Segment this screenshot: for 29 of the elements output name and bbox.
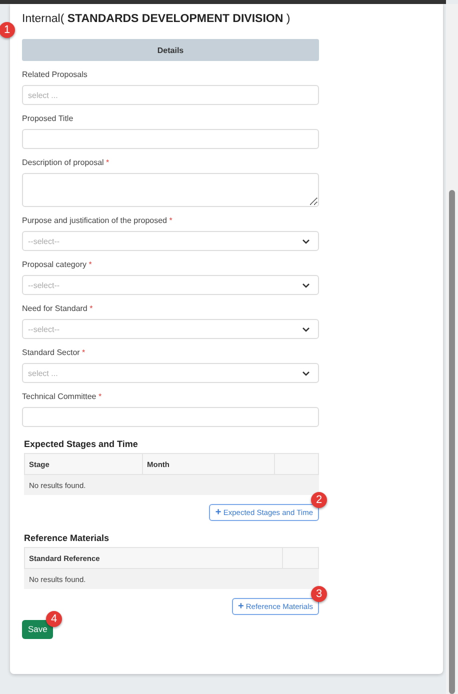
section-header: Details	[22, 39, 319, 61]
text-field[interactable]	[22, 129, 319, 149]
field-label: Purpose and justification of the proposed *	[22, 216, 174, 225]
chevron-down-icon	[302, 370, 310, 376]
field-label: Need for Standard *	[22, 304, 94, 313]
chevron-down-icon	[302, 238, 310, 244]
field-label: Description of proposal *	[22, 158, 110, 167]
step-marker: 1	[0, 22, 15, 38]
page-title: Internal( STANDARDS DEVELOPMENT DIVISION )	[22, 13, 292, 25]
select-field[interactable]: --select--	[22, 319, 319, 339]
field-label: Related Proposals	[22, 70, 88, 79]
text-area[interactable]	[22, 173, 319, 207]
step-marker: 2	[311, 492, 327, 508]
section-title: Reference Materials	[24, 533, 110, 543]
chevron-down-icon	[302, 326, 310, 332]
section-title: Expected Stages and Time	[24, 439, 139, 449]
text-field[interactable]	[22, 407, 319, 427]
save-button[interactable]: Save	[22, 620, 53, 638]
select-field[interactable]: select ...	[22, 363, 319, 383]
field-label: Standard Sector *	[22, 348, 86, 357]
select-field[interactable]: --select--	[22, 231, 319, 251]
field-label: Technical Committee *	[22, 392, 103, 401]
chevron-down-icon	[302, 282, 310, 288]
field-label: Proposed Title	[22, 114, 74, 123]
step-marker: 4	[46, 611, 62, 627]
field-label: Proposal category *	[22, 260, 93, 269]
select-field[interactable]: --select--	[22, 275, 319, 295]
select-field[interactable]: select ...	[22, 85, 319, 105]
step-marker: 3	[311, 586, 327, 602]
